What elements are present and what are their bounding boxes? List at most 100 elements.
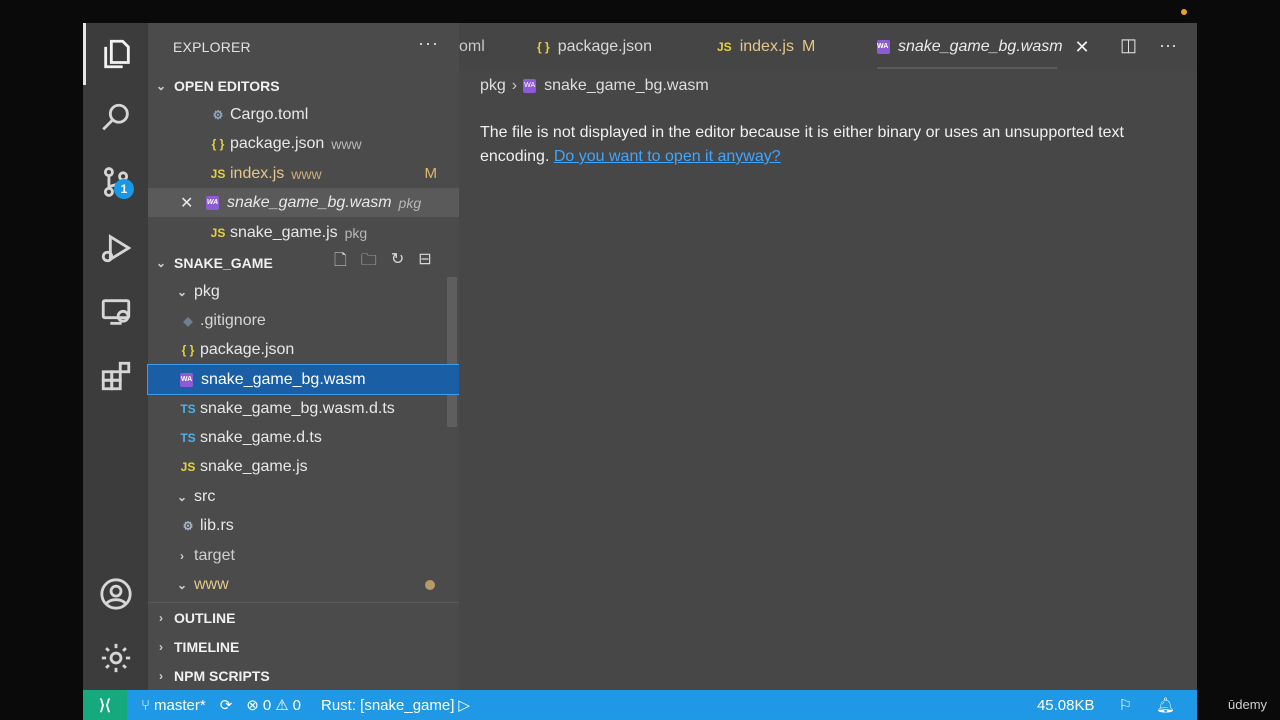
run-debug-icon[interactable] xyxy=(83,217,148,279)
modified-dot-icon xyxy=(425,579,435,590)
search-icon[interactable] xyxy=(83,87,148,149)
remote-explorer-icon[interactable] xyxy=(83,281,148,343)
open-editors-section[interactable]: ⌄ OPEN EDITORS xyxy=(148,71,459,100)
ts-file-icon: TS xyxy=(180,401,196,416)
outline-section[interactable]: › OUTLINE xyxy=(148,603,459,632)
close-icon[interactable]: ✕ xyxy=(1075,37,1090,58)
open-editor-item[interactable]: ⚙ Cargo.toml xyxy=(148,100,459,129)
wasm-file-icon: WA xyxy=(206,195,219,210)
account-icon[interactable] xyxy=(83,563,148,625)
editor-area: pkg › WA snake_game_bg.wasm The file is … xyxy=(459,71,1197,690)
wasm-file-icon: WA xyxy=(180,372,193,387)
error-icon: ⊗ xyxy=(246,697,259,714)
warning-icon: ⚠ xyxy=(275,697,289,714)
split-editor-icon[interactable]: ◫ xyxy=(1120,35,1137,56)
open-editor-item[interactable]: JS index.js www M xyxy=(148,159,459,188)
open-anyway-link[interactable]: Do you want to open it anyway? xyxy=(554,148,781,165)
tree-file[interactable]: TS snake_game_bg.wasm.d.ts xyxy=(148,394,459,423)
more-actions-icon[interactable]: ··· xyxy=(418,33,439,54)
open-editors-title: OPEN EDITORS xyxy=(174,77,280,94)
breadcrumb-file[interactable]: snake_game_bg.wasm xyxy=(544,77,709,95)
modified-badge: M xyxy=(801,38,816,55)
explorer-title: EXPLORER xyxy=(173,39,251,55)
chevron-down-icon: ⌄ xyxy=(155,78,167,93)
js-file-icon: JS xyxy=(210,225,226,240)
project-title: SNAKE_GAME xyxy=(174,254,273,271)
udemy-logo: ūdemy xyxy=(1228,697,1268,712)
new-folder-icon[interactable]: 🗀 xyxy=(361,249,377,276)
project-section[interactable]: ⌄ SNAKE_GAME 🗋 🗀 ↻ ⊟ xyxy=(148,248,459,277)
breadcrumb-folder[interactable]: pkg xyxy=(480,77,506,95)
play-icon: ▷ xyxy=(458,697,470,714)
js-file-icon: JS xyxy=(210,166,226,181)
tab-cargo-toml[interactable]: oml xyxy=(459,23,519,71)
tree-folder[interactable]: ⌄ pkg xyxy=(148,277,459,306)
tab-package-json[interactable]: { } package.json xyxy=(537,23,652,71)
branch-indicator[interactable]: ⑂ master* xyxy=(141,697,206,714)
tree-file-selected[interactable]: WA snake_game_bg.wasm xyxy=(147,364,460,395)
problems-indicator[interactable]: ⊗ 0 ⚠ 0 xyxy=(246,696,301,715)
status-right: 45.08KB ⚐ 🔔︎ xyxy=(1037,690,1175,720)
status-bar: ⟩⟨ ⑂ master* ⟳ ⊗ 0 ⚠ 0 Rust: [snake_game… xyxy=(83,690,1197,720)
explorer-icon[interactable] xyxy=(83,23,148,85)
tree-file[interactable]: ⚙ lib.rs xyxy=(148,511,459,540)
json-file-icon: { } xyxy=(211,136,225,151)
tab-scroll-indicator xyxy=(877,67,1057,69)
open-editor-item-active[interactable]: ✕ WA snake_game_bg.wasm pkg xyxy=(148,188,459,217)
chevron-right-icon: › xyxy=(159,639,163,654)
tab-index-js[interactable]: JS index.js M xyxy=(717,23,815,71)
extensions-icon[interactable] xyxy=(83,345,148,407)
chevron-right-icon: › xyxy=(180,548,184,563)
close-icon[interactable]: ✕ xyxy=(180,193,206,213)
rust-file-icon: ⚙ xyxy=(182,518,194,533)
tree-file[interactable]: ◆ .gitignore xyxy=(148,306,459,335)
scm-badge: 1 xyxy=(114,179,134,199)
chevron-down-icon: ⌄ xyxy=(176,577,188,592)
npm-scripts-section[interactable]: › NPM SCRIPTS xyxy=(148,661,459,690)
editor-actions: ◫ ··· xyxy=(1120,35,1177,56)
ts-file-icon: TS xyxy=(180,430,196,445)
notifications-bell-icon[interactable]: 🔔︎ xyxy=(1156,696,1175,714)
feedback-icon[interactable]: ⚐ xyxy=(1119,696,1132,714)
timeline-section[interactable]: › TIMELINE xyxy=(148,632,459,661)
chevron-down-icon: ⌄ xyxy=(155,255,167,270)
js-file-icon: JS xyxy=(180,459,196,474)
chevron-right-icon: › xyxy=(159,668,163,683)
sync-icon[interactable]: ⟳ xyxy=(220,696,233,714)
breadcrumb: pkg › WA snake_game_bg.wasm xyxy=(480,77,709,95)
binary-file-message: The file is not displayed in the editor … xyxy=(480,124,1124,165)
tree-file[interactable]: { } package.json xyxy=(148,335,459,364)
source-control-icon[interactable]: 1 xyxy=(83,151,148,213)
refresh-icon[interactable]: ↻ xyxy=(391,249,404,276)
vscode-window: 1 EXPLORER ··· ⌄ OPEN EDITORS ⚙ Cargo.to… xyxy=(83,23,1197,720)
remote-indicator-icon[interactable]: ⟩⟨ xyxy=(83,690,127,720)
json-file-icon: { } xyxy=(537,40,550,54)
json-file-icon: { } xyxy=(181,342,195,357)
chevron-down-icon: ⌄ xyxy=(176,284,188,299)
activity-bar: 1 xyxy=(83,23,148,690)
open-editor-item[interactable]: JS snake_game.js pkg xyxy=(148,218,459,247)
chevron-right-icon: › xyxy=(511,77,518,94)
tree-file[interactable]: JS snake_game.js xyxy=(148,452,459,481)
new-file-icon[interactable]: 🗋 xyxy=(334,249,347,276)
js-file-icon: JS xyxy=(717,40,732,54)
file-size: 45.08KB xyxy=(1036,696,1095,714)
tree-folder[interactable]: ⌄ www xyxy=(148,570,459,599)
chevron-down-icon: ⌄ xyxy=(176,489,188,504)
explorer-sidebar: EXPLORER ··· ⌄ OPEN EDITORS ⚙ Cargo.toml… xyxy=(147,23,460,690)
rust-indicator[interactable]: Rust: [snake_game] ▷ xyxy=(321,696,470,715)
wasm-file-icon: WA xyxy=(877,40,890,54)
tree-folder[interactable]: ⌄ src xyxy=(148,482,459,511)
tree-folder[interactable]: › target xyxy=(148,541,459,570)
more-actions-icon[interactable]: ··· xyxy=(1159,35,1177,56)
git-file-icon: ◆ xyxy=(183,313,193,328)
open-editor-item[interactable]: { } package.json www xyxy=(148,129,459,158)
wasm-file-icon: WA xyxy=(523,79,537,93)
tab-snake-game-bg-wasm[interactable]: WA snake_game_bg.wasm ✕ xyxy=(877,23,1090,71)
collapse-all-icon[interactable]: ⊟ xyxy=(418,249,431,276)
recording-indicator xyxy=(1181,9,1187,15)
settings-gear-icon[interactable] xyxy=(83,627,148,689)
tree-file[interactable]: TS snake_game.d.ts xyxy=(148,423,459,452)
chevron-right-icon: › xyxy=(159,610,163,625)
gear-icon: ⚙ xyxy=(212,107,224,122)
